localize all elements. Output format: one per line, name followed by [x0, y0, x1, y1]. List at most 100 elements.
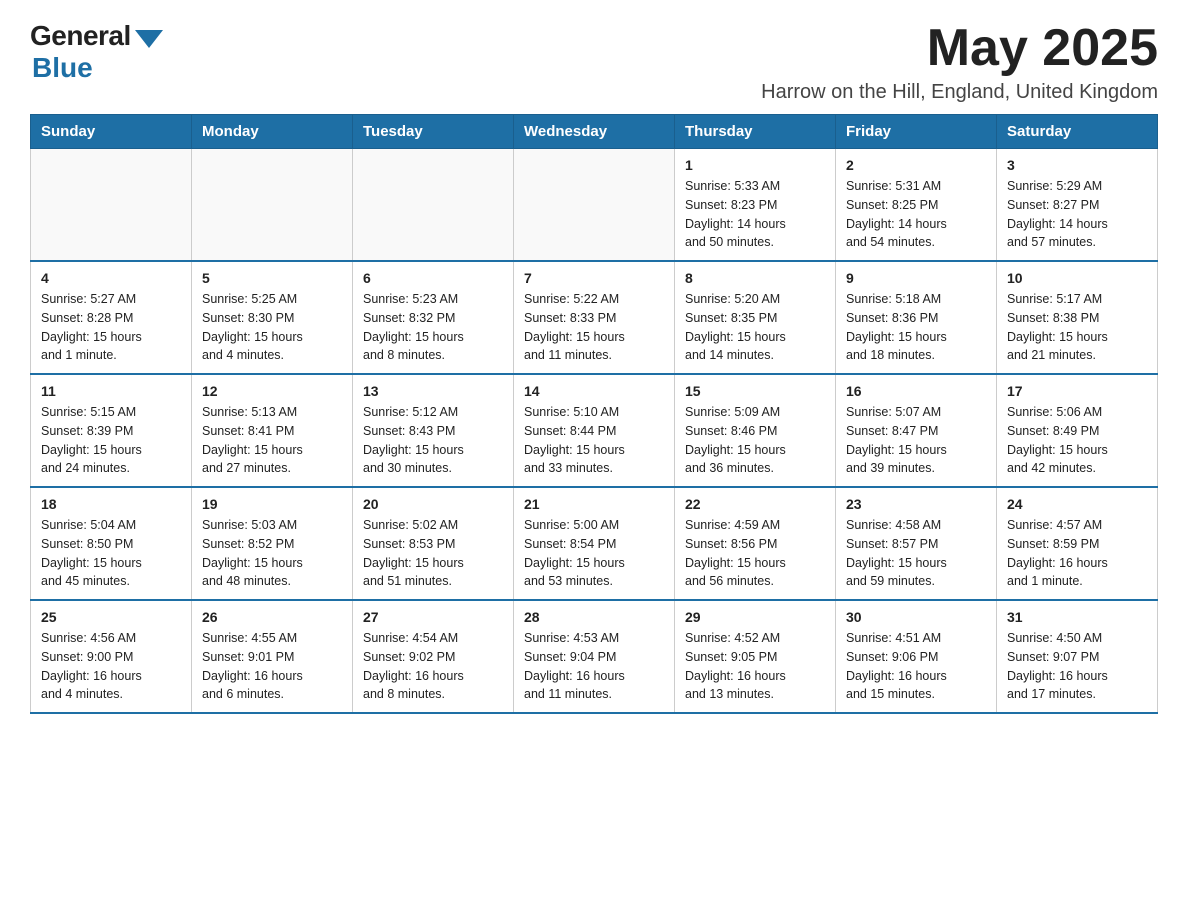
calendar-cell: 21 Sunrise: 5:00 AMSunset: 8:54 PMDayligh…	[514, 487, 675, 600]
day-number: 10	[1007, 270, 1147, 286]
day-of-week-header: Sunday	[31, 115, 192, 149]
day-info: Sunrise: 5:07 AMSunset: 8:47 PMDaylight:…	[846, 403, 986, 478]
day-number: 26	[202, 609, 342, 625]
logo: General Blue	[30, 20, 163, 84]
day-number: 25	[41, 609, 181, 625]
calendar-cell: 29 Sunrise: 4:52 AMSunset: 9:05 PMDayligh…	[675, 600, 836, 713]
calendar-cell: 23 Sunrise: 4:58 AMSunset: 8:57 PMDayligh…	[836, 487, 997, 600]
day-info: Sunrise: 5:31 AMSunset: 8:25 PMDaylight:…	[846, 177, 986, 252]
day-number: 13	[363, 383, 503, 399]
calendar-cell: 20 Sunrise: 5:02 AMSunset: 8:53 PMDayligh…	[353, 487, 514, 600]
calendar-cell: 7 Sunrise: 5:22 AMSunset: 8:33 PMDaylight…	[514, 261, 675, 374]
day-number: 16	[846, 383, 986, 399]
day-number: 11	[41, 383, 181, 399]
calendar-cell: 16 Sunrise: 5:07 AMSunset: 8:47 PMDayligh…	[836, 374, 997, 487]
day-info: Sunrise: 5:25 AMSunset: 8:30 PMDaylight:…	[202, 290, 342, 365]
day-number: 19	[202, 496, 342, 512]
calendar-cell: 6 Sunrise: 5:23 AMSunset: 8:32 PMDaylight…	[353, 261, 514, 374]
day-info: Sunrise: 5:23 AMSunset: 8:32 PMDaylight:…	[363, 290, 503, 365]
day-of-week-header: Saturday	[997, 115, 1158, 149]
day-info: Sunrise: 5:06 AMSunset: 8:49 PMDaylight:…	[1007, 403, 1147, 478]
day-info: Sunrise: 4:56 AMSunset: 9:00 PMDaylight:…	[41, 629, 181, 704]
calendar-table: SundayMondayTuesdayWednesdayThursdayFrid…	[30, 114, 1158, 714]
day-info: Sunrise: 4:58 AMSunset: 8:57 PMDaylight:…	[846, 516, 986, 591]
day-number: 22	[685, 496, 825, 512]
day-info: Sunrise: 5:12 AMSunset: 8:43 PMDaylight:…	[363, 403, 503, 478]
title-block: May 2025 Harrow on the Hill, England, Un…	[761, 20, 1158, 104]
day-info: Sunrise: 5:10 AMSunset: 8:44 PMDaylight:…	[524, 403, 664, 478]
calendar-cell	[353, 149, 514, 262]
day-info: Sunrise: 4:52 AMSunset: 9:05 PMDaylight:…	[685, 629, 825, 704]
day-info: Sunrise: 4:57 AMSunset: 8:59 PMDaylight:…	[1007, 516, 1147, 591]
day-number: 30	[846, 609, 986, 625]
day-of-week-header: Thursday	[675, 115, 836, 149]
calendar-week-row: 4 Sunrise: 5:27 AMSunset: 8:28 PMDaylight…	[31, 261, 1158, 374]
calendar-cell: 18Sunrise: 5:04 AMSunset: 8:50 PMDayligh…	[31, 487, 192, 600]
calendar-cell: 27 Sunrise: 4:54 AMSunset: 9:02 PMDayligh…	[353, 600, 514, 713]
logo-blue-text: Blue	[32, 52, 93, 84]
day-info: Sunrise: 5:29 AMSunset: 8:27 PMDaylight:…	[1007, 177, 1147, 252]
day-number: 1	[685, 157, 825, 173]
day-number: 29	[685, 609, 825, 625]
day-info: Sunrise: 5:00 AMSunset: 8:54 PMDaylight:…	[524, 516, 664, 591]
day-info: Sunrise: 4:50 AMSunset: 9:07 PMDaylight:…	[1007, 629, 1147, 704]
day-info: Sunrise: 5:20 AMSunset: 8:35 PMDaylight:…	[685, 290, 825, 365]
day-number: 7	[524, 270, 664, 286]
day-number: 12	[202, 383, 342, 399]
day-info: Sunrise: 4:54 AMSunset: 9:02 PMDaylight:…	[363, 629, 503, 704]
day-info: Sunrise: 5:15 AMSunset: 8:39 PMDaylight:…	[41, 403, 181, 478]
day-number: 28	[524, 609, 664, 625]
calendar-week-row: 11 Sunrise: 5:15 AMSunset: 8:39 PMDayligh…	[31, 374, 1158, 487]
day-info: Sunrise: 5:02 AMSunset: 8:53 PMDaylight:…	[363, 516, 503, 591]
calendar-week-row: 1 Sunrise: 5:33 AMSunset: 8:23 PMDaylight…	[31, 149, 1158, 262]
calendar-cell: 30Sunrise: 4:51 AMSunset: 9:06 PMDayligh…	[836, 600, 997, 713]
day-info: Sunrise: 5:09 AMSunset: 8:46 PMDaylight:…	[685, 403, 825, 478]
day-number: 6	[363, 270, 503, 286]
day-info: Sunrise: 5:17 AMSunset: 8:38 PMDaylight:…	[1007, 290, 1147, 365]
calendar-cell: 14Sunrise: 5:10 AMSunset: 8:44 PMDayligh…	[514, 374, 675, 487]
day-number: 9	[846, 270, 986, 286]
calendar-cell: 24 Sunrise: 4:57 AMSunset: 8:59 PMDayligh…	[997, 487, 1158, 600]
day-number: 5	[202, 270, 342, 286]
day-number: 24	[1007, 496, 1147, 512]
logo-general-text: General	[30, 20, 131, 52]
calendar-header: SundayMondayTuesdayWednesdayThursdayFrid…	[31, 115, 1158, 149]
day-number: 23	[846, 496, 986, 512]
day-number: 2	[846, 157, 986, 173]
calendar-cell: 9 Sunrise: 5:18 AMSunset: 8:36 PMDaylight…	[836, 261, 997, 374]
calendar-cell	[192, 149, 353, 262]
calendar-cell: 19 Sunrise: 5:03 AMSunset: 8:52 PMDayligh…	[192, 487, 353, 600]
day-number: 8	[685, 270, 825, 286]
day-of-week-header: Monday	[192, 115, 353, 149]
calendar-cell: 13 Sunrise: 5:12 AMSunset: 8:43 PMDayligh…	[353, 374, 514, 487]
calendar-cell: 8 Sunrise: 5:20 AMSunset: 8:35 PMDaylight…	[675, 261, 836, 374]
day-of-week-header: Friday	[836, 115, 997, 149]
day-info: Sunrise: 4:59 AMSunset: 8:56 PMDaylight:…	[685, 516, 825, 591]
calendar-cell: 28 Sunrise: 4:53 AMSunset: 9:04 PMDayligh…	[514, 600, 675, 713]
month-title: May 2025	[761, 20, 1158, 77]
day-number: 27	[363, 609, 503, 625]
day-number: 20	[363, 496, 503, 512]
day-number: 4	[41, 270, 181, 286]
calendar-cell	[514, 149, 675, 262]
location-subtitle: Harrow on the Hill, England, United King…	[761, 81, 1158, 104]
day-info: Sunrise: 5:03 AMSunset: 8:52 PMDaylight:…	[202, 516, 342, 591]
day-info: Sunrise: 4:53 AMSunset: 9:04 PMDaylight:…	[524, 629, 664, 704]
calendar-cell: 3Sunrise: 5:29 AMSunset: 8:27 PMDaylight…	[997, 149, 1158, 262]
calendar-cell: 2 Sunrise: 5:31 AMSunset: 8:25 PMDaylight…	[836, 149, 997, 262]
day-info: Sunrise: 5:18 AMSunset: 8:36 PMDaylight:…	[846, 290, 986, 365]
calendar-cell: 26Sunrise: 4:55 AMSunset: 9:01 PMDayligh…	[192, 600, 353, 713]
calendar-week-row: 18Sunrise: 5:04 AMSunset: 8:50 PMDayligh…	[31, 487, 1158, 600]
calendar-cell: 5 Sunrise: 5:25 AMSunset: 8:30 PMDaylight…	[192, 261, 353, 374]
day-info: Sunrise: 5:27 AMSunset: 8:28 PMDaylight:…	[41, 290, 181, 365]
calendar-body: 1 Sunrise: 5:33 AMSunset: 8:23 PMDaylight…	[31, 149, 1158, 714]
day-info: Sunrise: 5:22 AMSunset: 8:33 PMDaylight:…	[524, 290, 664, 365]
calendar-cell	[31, 149, 192, 262]
calendar-cell: 1 Sunrise: 5:33 AMSunset: 8:23 PMDaylight…	[675, 149, 836, 262]
calendar-cell: 10 Sunrise: 5:17 AMSunset: 8:38 PMDayligh…	[997, 261, 1158, 374]
day-of-week-header: Tuesday	[353, 115, 514, 149]
calendar-cell: 4 Sunrise: 5:27 AMSunset: 8:28 PMDaylight…	[31, 261, 192, 374]
calendar-cell: 25 Sunrise: 4:56 AMSunset: 9:00 PMDayligh…	[31, 600, 192, 713]
day-info: Sunrise: 5:33 AMSunset: 8:23 PMDaylight:…	[685, 177, 825, 252]
day-number: 21	[524, 496, 664, 512]
